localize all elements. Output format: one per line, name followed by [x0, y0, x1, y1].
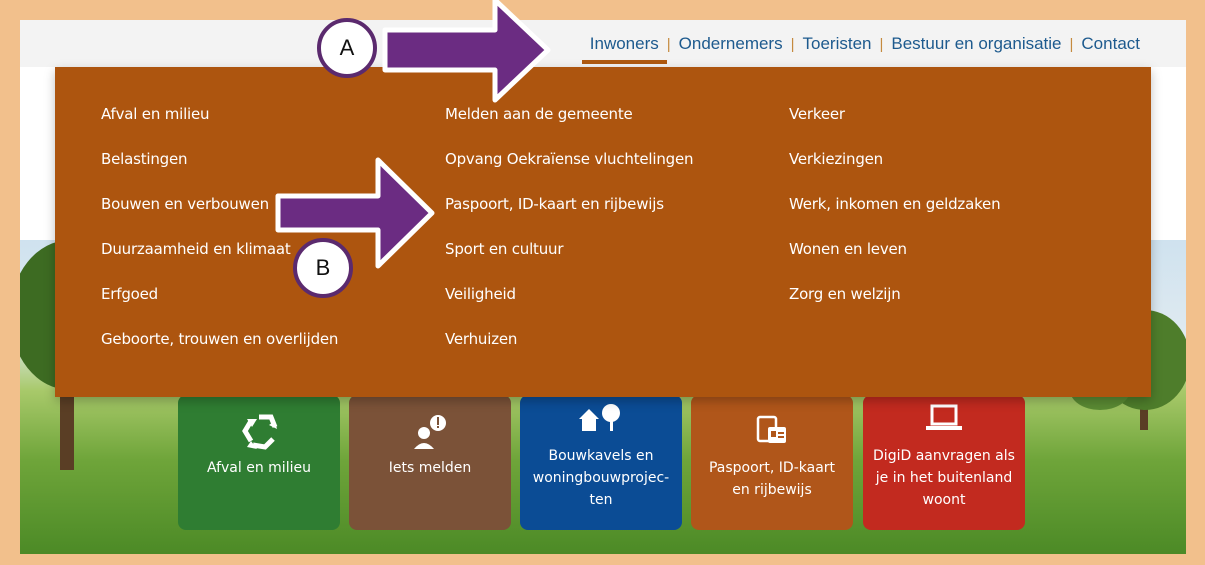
annotation-arrows	[275, 0, 551, 269]
annotation-badge-a: A	[317, 18, 377, 78]
arrow-a	[382, 0, 551, 103]
annotation-badge-b: B	[293, 238, 353, 298]
